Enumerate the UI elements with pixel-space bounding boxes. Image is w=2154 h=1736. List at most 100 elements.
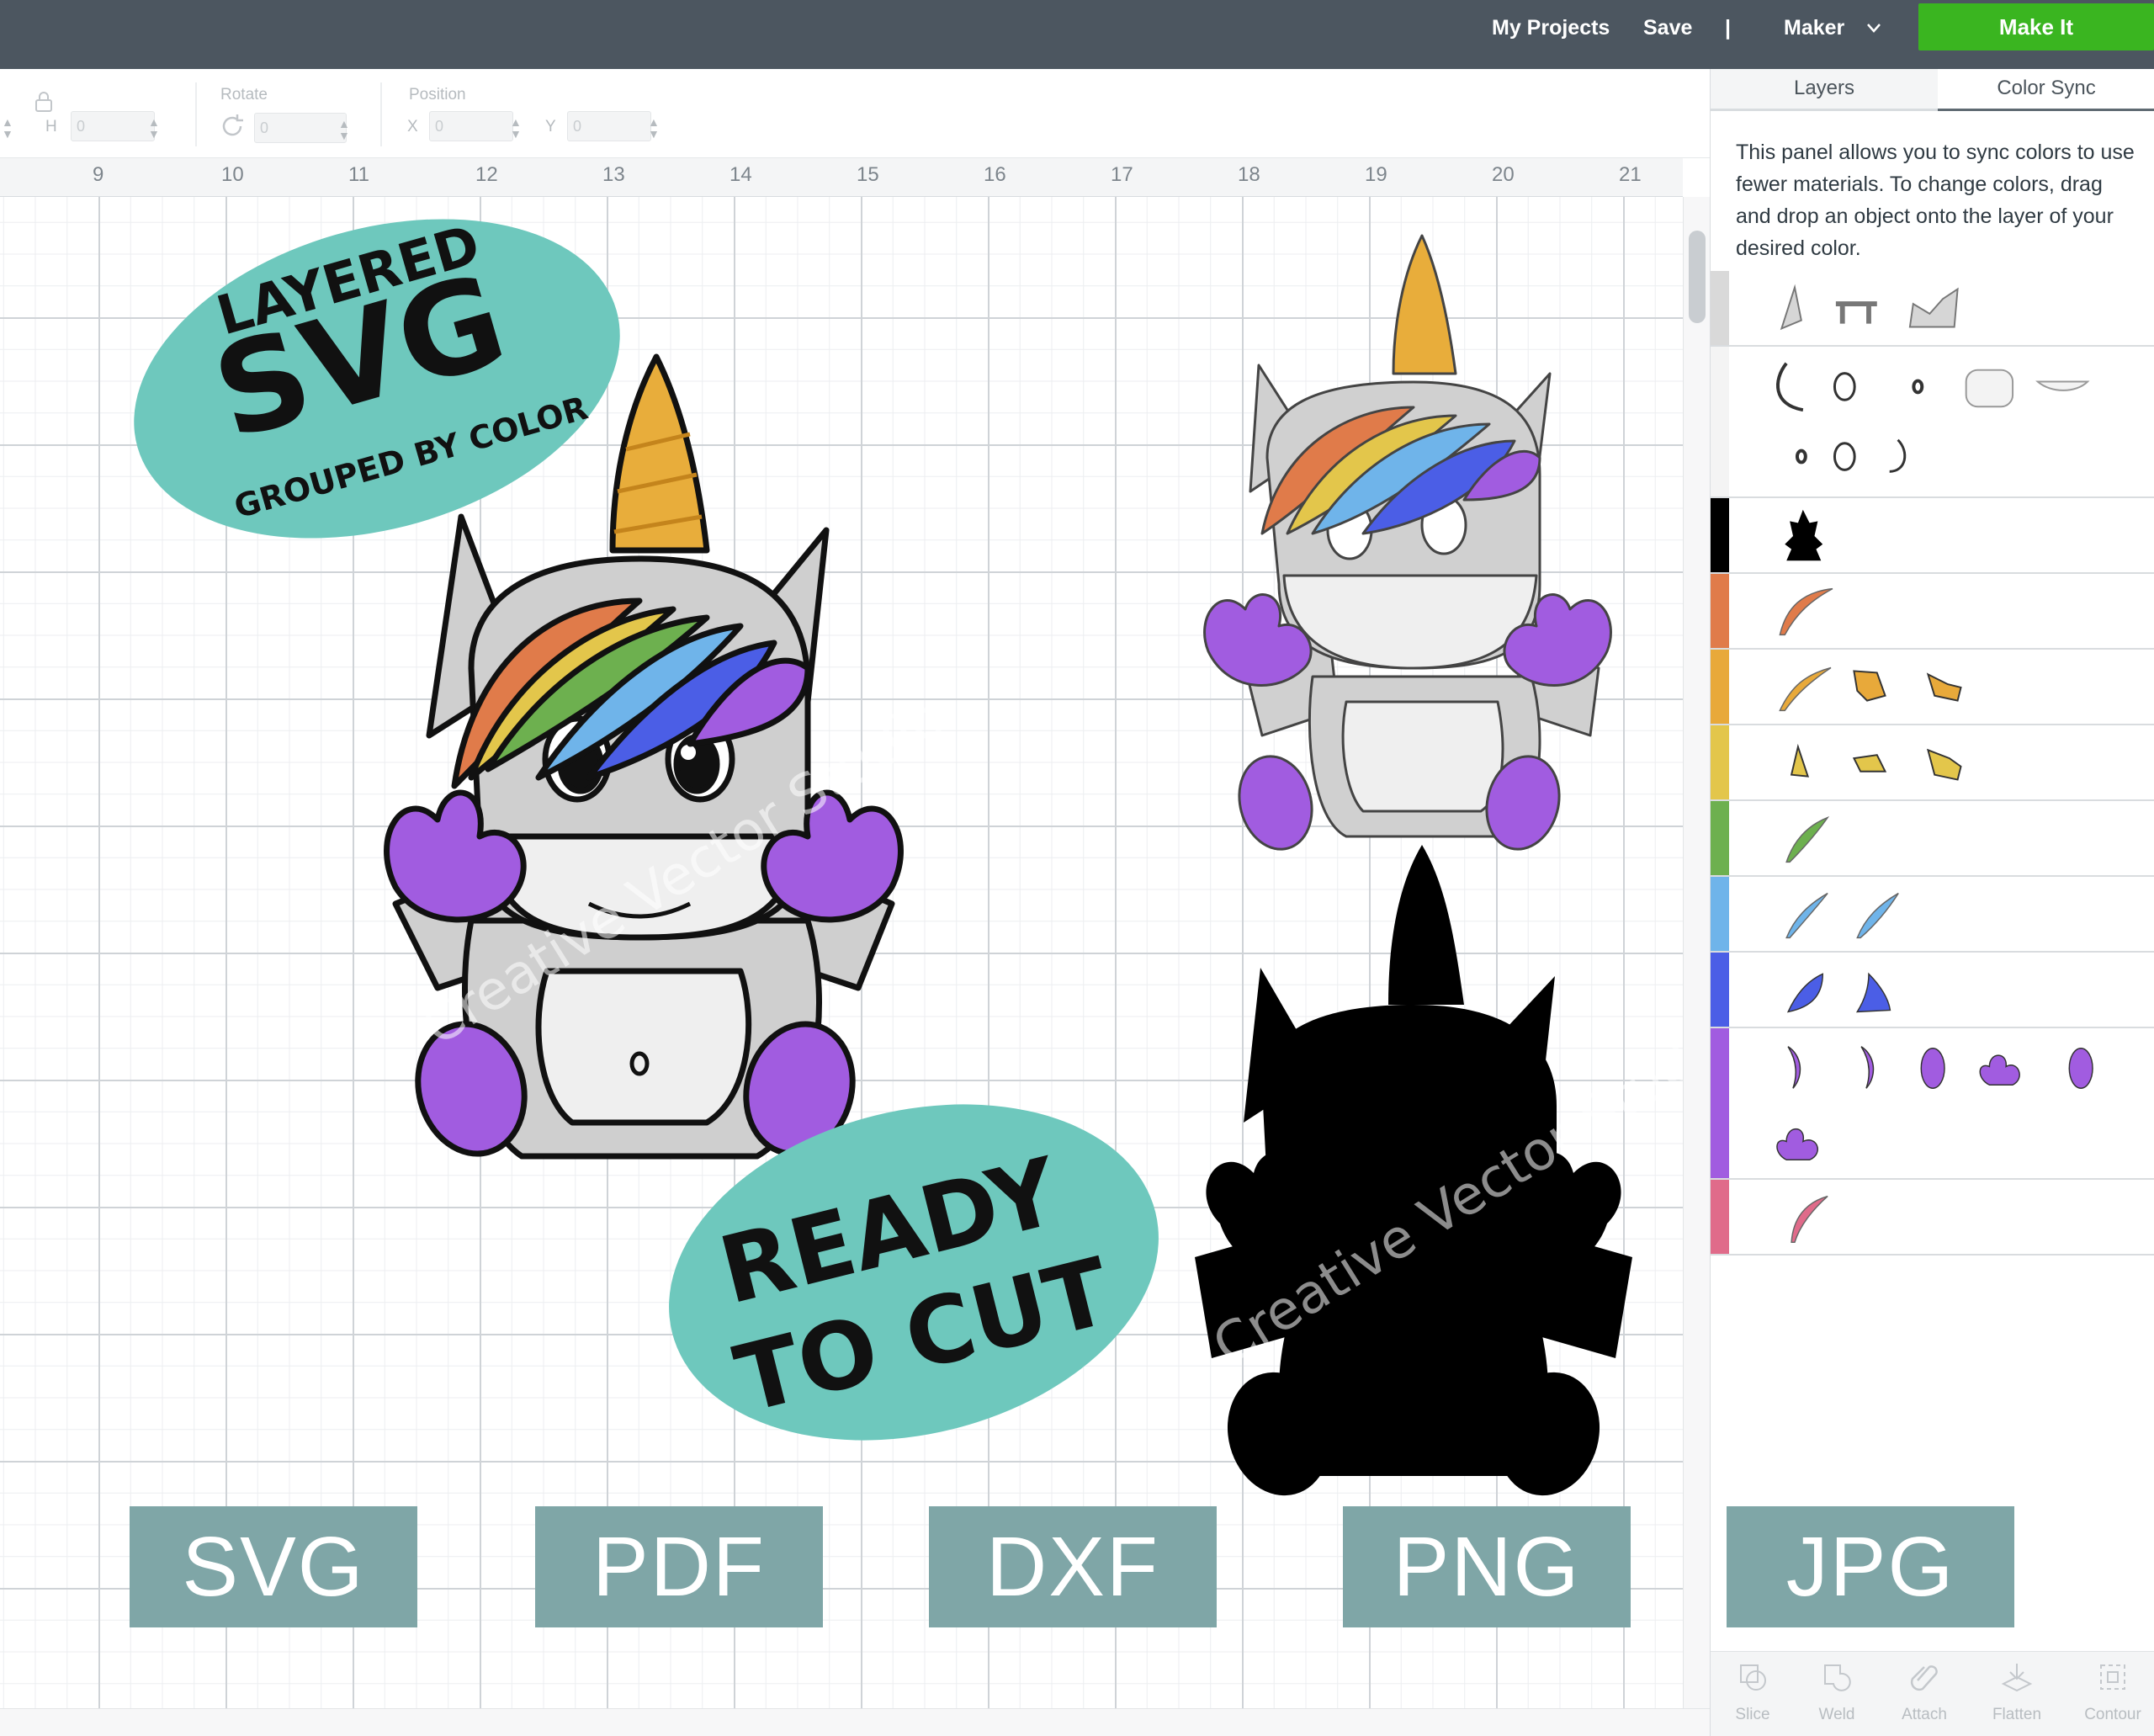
scroll-thumb[interactable] [1689, 231, 1706, 323]
color-swatch[interactable] [1711, 650, 1729, 724]
color-swatch[interactable] [1711, 498, 1729, 572]
cheek-arc-icon [1775, 362, 1804, 412]
color-swatch[interactable] [1711, 347, 1729, 496]
rotate-input[interactable]: 0 [254, 113, 347, 143]
slice-tool[interactable]: Slice [1711, 1660, 1795, 1724]
format-badge-svg: SVG [130, 1506, 417, 1627]
horn-segment-icon [1926, 748, 1962, 781]
ruler-number: 17 [1111, 163, 1133, 186]
color-sync-row[interactable] [1711, 498, 2154, 574]
contour-tool[interactable]: Contour [2071, 1660, 2154, 1724]
my-projects-link[interactable]: My Projects [1492, 0, 1610, 56]
lock-icon[interactable] [34, 91, 54, 113]
edit-toolbar: ▲ ▼ H 0 ▲ ▼ Rotate 0 ▲ ▼ Position X 0 ▲ ▼ Y … [0, 69, 1710, 158]
row-shapes[interactable] [1741, 650, 2145, 724]
color-sync-row[interactable] [1711, 574, 2154, 650]
panel-tabs: Layers Color Sync [1711, 69, 2154, 111]
row-shapes[interactable] [1741, 1028, 2145, 1178]
x-stepper-icon[interactable]: ▲ ▼ [510, 116, 522, 140]
unicorn-outline[interactable] [1203, 234, 1612, 857]
color-swatch[interactable] [1711, 271, 1729, 345]
machine-selector[interactable]: Maker [1784, 0, 1844, 56]
unicorn-silhouette[interactable] [1195, 845, 1632, 1507]
color-swatch[interactable] [1711, 1028, 1729, 1178]
color-sync-row[interactable] [1711, 953, 2154, 1028]
color-sync-row[interactable] [1711, 1028, 2154, 1180]
smile-icon [2035, 380, 2090, 391]
format-badge-dxf: DXF [929, 1506, 1217, 1627]
format-badge-jpg: JPG [1727, 1506, 2014, 1627]
tab-layers[interactable]: Layers [1711, 69, 1938, 111]
row-shapes[interactable] [1741, 498, 2145, 572]
color-sync-row[interactable] [1711, 1180, 2154, 1256]
row-shapes[interactable] [1741, 801, 2145, 875]
format-badge-pdf: PDF [535, 1506, 823, 1627]
vertical-scrollbar[interactable] [1683, 197, 1710, 1708]
height-input[interactable]: 0 [71, 111, 155, 141]
slice-label: Slice [1735, 1706, 1770, 1723]
horn-segment-icon [1852, 754, 1887, 772]
color-swatch[interactable] [1711, 725, 1729, 799]
height-stepper-icon[interactable]: ▲ ▼ [148, 116, 160, 140]
hoof-arc-icon [1889, 438, 1907, 473]
ruler-number: 12 [475, 163, 498, 186]
slice-icon [1740, 1664, 1766, 1691]
color-swatch[interactable] [1711, 801, 1729, 875]
row-shapes[interactable] [1741, 347, 2145, 496]
position-label: Position [409, 86, 466, 104]
y-input[interactable]: 0 [567, 111, 651, 141]
color-sync-list [1711, 271, 2154, 1256]
color-swatch[interactable] [1711, 953, 1729, 1027]
eye-outline-icon [1833, 372, 1856, 401]
foot-oval-icon [2068, 1047, 2093, 1089]
rotate-stepper-icon[interactable]: ▲ ▼ [338, 118, 350, 141]
row-shapes[interactable] [1741, 271, 2145, 345]
unicorn-silhouette-icon [1785, 509, 1823, 561]
flatten-tool[interactable]: Flatten [1975, 1660, 2059, 1724]
x-input[interactable]: 0 [429, 111, 513, 141]
tab-color-sync[interactable]: Color Sync [1938, 69, 2154, 111]
ear-shape-icon [1780, 284, 1802, 331]
color-sync-description: This panel allows you to sync colors to … [1736, 141, 2135, 260]
flatten-icon [2001, 1664, 2033, 1692]
rotate-icon[interactable] [219, 113, 246, 140]
row-shapes[interactable] [1741, 725, 2145, 799]
horizontal-scrollbar[interactable] [0, 1708, 1710, 1736]
foot-oval-icon [1920, 1047, 1945, 1089]
color-swatch[interactable] [1711, 1180, 1729, 1254]
hair-curl-icon [1787, 1046, 1801, 1089]
color-swatch[interactable] [1711, 574, 1729, 648]
row-shapes[interactable] [1741, 877, 2145, 951]
horn-segment-icon [1853, 670, 1886, 702]
color-sync-row[interactable] [1711, 801, 2154, 877]
hoof-paw-icon [1979, 1054, 2020, 1086]
ruler-number: 20 [1492, 163, 1515, 186]
ruler-number: 11 [348, 163, 369, 186]
color-sync-row[interactable] [1711, 650, 2154, 725]
face-blob-icon [1965, 369, 2014, 408]
row-shapes[interactable] [1741, 574, 2145, 648]
y-label: Y [545, 118, 556, 135]
color-sync-row[interactable] [1711, 877, 2154, 953]
row-shapes[interactable] [1741, 1180, 2145, 1254]
paperclip-icon [1910, 1665, 1938, 1691]
make-it-button[interactable]: Make It [1918, 3, 2154, 50]
design-canvas[interactable]: LAYERED SVG GROUPED BY COLOR READY TO CU… [0, 197, 1683, 1708]
weld-tool[interactable]: Weld [1795, 1660, 1879, 1724]
contour-label: Contour [2084, 1706, 2141, 1723]
top-bar: My Projects Save | Maker Make It [0, 0, 2154, 69]
width-stepper-icon[interactable]: ▲ ▼ [2, 116, 13, 140]
chevron-down-icon[interactable] [1866, 20, 1881, 35]
color-sync-row[interactable] [1711, 347, 2154, 498]
color-sync-row[interactable] [1711, 271, 2154, 347]
horn-tip-icon [1790, 743, 1810, 778]
hair-strand-icon [1779, 666, 1832, 712]
rotate-label: Rotate [220, 86, 268, 104]
color-sync-row[interactable] [1711, 725, 2154, 801]
save-link[interactable]: Save [1643, 0, 1692, 56]
y-stepper-icon[interactable]: ▲ ▼ [648, 116, 660, 140]
color-swatch[interactable] [1711, 877, 1729, 951]
attach-tool[interactable]: Attach [1882, 1660, 1966, 1724]
row-shapes[interactable] [1741, 953, 2145, 1027]
horizontal-ruler: 9 10 11 12 13 14 15 16 17 18 19 20 21 [0, 158, 1683, 197]
